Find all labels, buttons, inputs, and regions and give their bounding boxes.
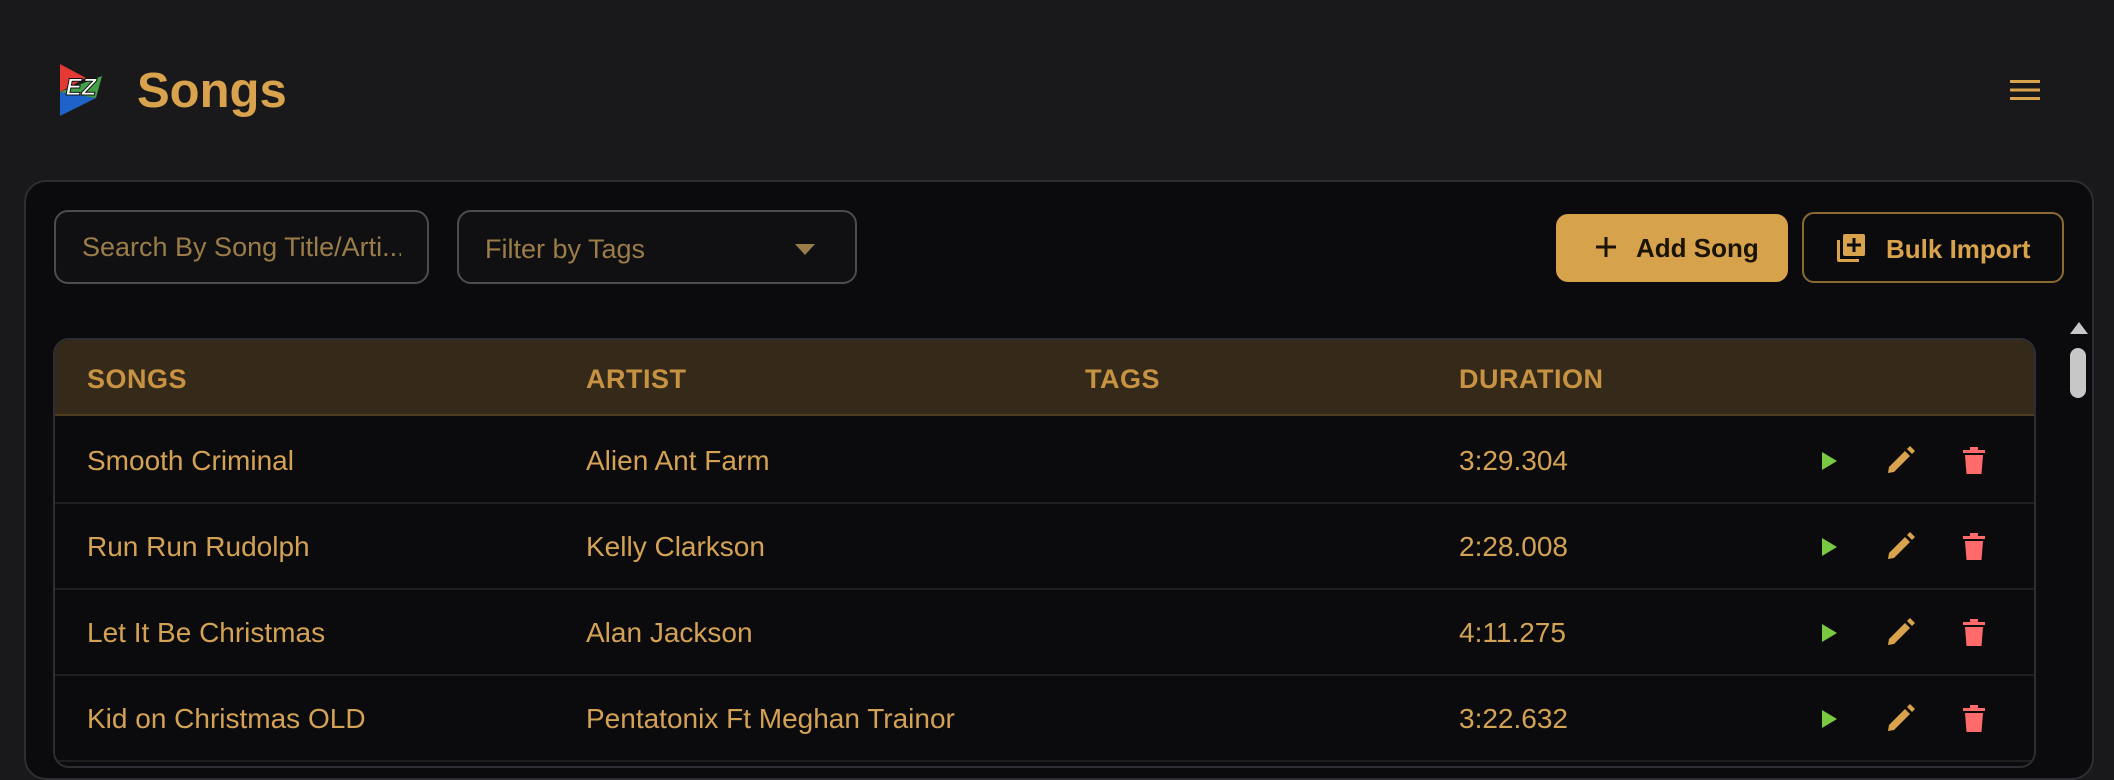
hamburger-menu-icon[interactable] bbox=[2004, 72, 2046, 108]
column-header-duration[interactable]: DURATION bbox=[1459, 364, 1603, 395]
song-duration: 4:11.275 bbox=[1459, 617, 1566, 648]
song-duration: 3:22.632 bbox=[1459, 703, 1568, 734]
table-row: Smooth Criminal Alien Ant Farm 3:29.304 bbox=[55, 418, 2034, 504]
song-title: Smooth Criminal bbox=[87, 445, 294, 476]
song-title: Run Run Rudolph bbox=[87, 531, 310, 562]
song-title: Let It Be Christmas bbox=[87, 617, 326, 648]
edit-icon[interactable] bbox=[1883, 616, 1917, 650]
add-song-label: Add Song bbox=[1636, 233, 1759, 263]
table-row: Run Run Rudolph Kelly Clarkson 2:28.008 bbox=[55, 504, 2034, 590]
table-row: Kid on Christmas OLD Pentatonix Ft Megha… bbox=[55, 676, 2034, 762]
song-duration: 3:29.304 bbox=[1459, 445, 1568, 476]
play-icon[interactable] bbox=[1811, 702, 1845, 736]
song-duration: 2:28.008 bbox=[1459, 531, 1568, 562]
song-title: Kid on Christmas OLD bbox=[87, 703, 366, 734]
songs-table: SONGS ARTIST TAGS DURATION Smooth Crimin… bbox=[53, 338, 2036, 768]
bulk-import-button[interactable]: Bulk Import bbox=[1802, 212, 2064, 283]
artist-name: Alan Jackson bbox=[586, 617, 753, 648]
ez-logo-icon: EZ bbox=[60, 64, 102, 116]
table-header: SONGS ARTIST TAGS DURATION bbox=[55, 340, 2034, 416]
app-header: EZ Songs bbox=[0, 0, 2114, 180]
artist-name: Pentatonix Ft Meghan Trainor bbox=[586, 703, 955, 734]
play-icon[interactable] bbox=[1811, 530, 1845, 564]
table-row: Let It Be Christmas Alan Jackson 4:11.27… bbox=[55, 590, 2034, 676]
chevron-down-icon bbox=[795, 244, 815, 255]
plus-icon bbox=[1596, 237, 1616, 257]
library-add-icon bbox=[1837, 234, 1865, 262]
delete-icon[interactable] bbox=[1957, 702, 1991, 736]
tag-filter-placeholder: Filter by Tags bbox=[485, 234, 646, 264]
search-input[interactable] bbox=[54, 210, 429, 284]
edit-icon[interactable] bbox=[1883, 702, 1917, 736]
column-header-tags[interactable]: TAGS bbox=[1085, 364, 1160, 395]
tag-filter-select[interactable]: Filter by Tags bbox=[457, 210, 857, 284]
column-header-songs[interactable]: SONGS bbox=[87, 364, 187, 395]
delete-icon[interactable] bbox=[1957, 530, 1991, 564]
edit-icon[interactable] bbox=[1883, 444, 1917, 478]
edit-icon[interactable] bbox=[1883, 530, 1917, 564]
add-song-button[interactable]: Add Song bbox=[1556, 214, 1788, 282]
artist-name: Kelly Clarkson bbox=[586, 531, 765, 562]
column-header-artist[interactable]: ARTIST bbox=[586, 364, 687, 395]
play-icon[interactable] bbox=[1811, 616, 1845, 650]
svg-text:EZ: EZ bbox=[66, 74, 98, 101]
bulk-import-label: Bulk Import bbox=[1886, 234, 2031, 264]
page-title: Songs bbox=[137, 64, 287, 118]
play-icon[interactable] bbox=[1811, 444, 1845, 478]
delete-icon[interactable] bbox=[1957, 444, 1991, 478]
scrollbar-thumb[interactable] bbox=[2070, 348, 2086, 398]
artist-name: Alien Ant Farm bbox=[586, 445, 770, 476]
delete-icon[interactable] bbox=[1957, 616, 1991, 650]
scroll-up-arrow-icon[interactable] bbox=[2069, 320, 2089, 336]
